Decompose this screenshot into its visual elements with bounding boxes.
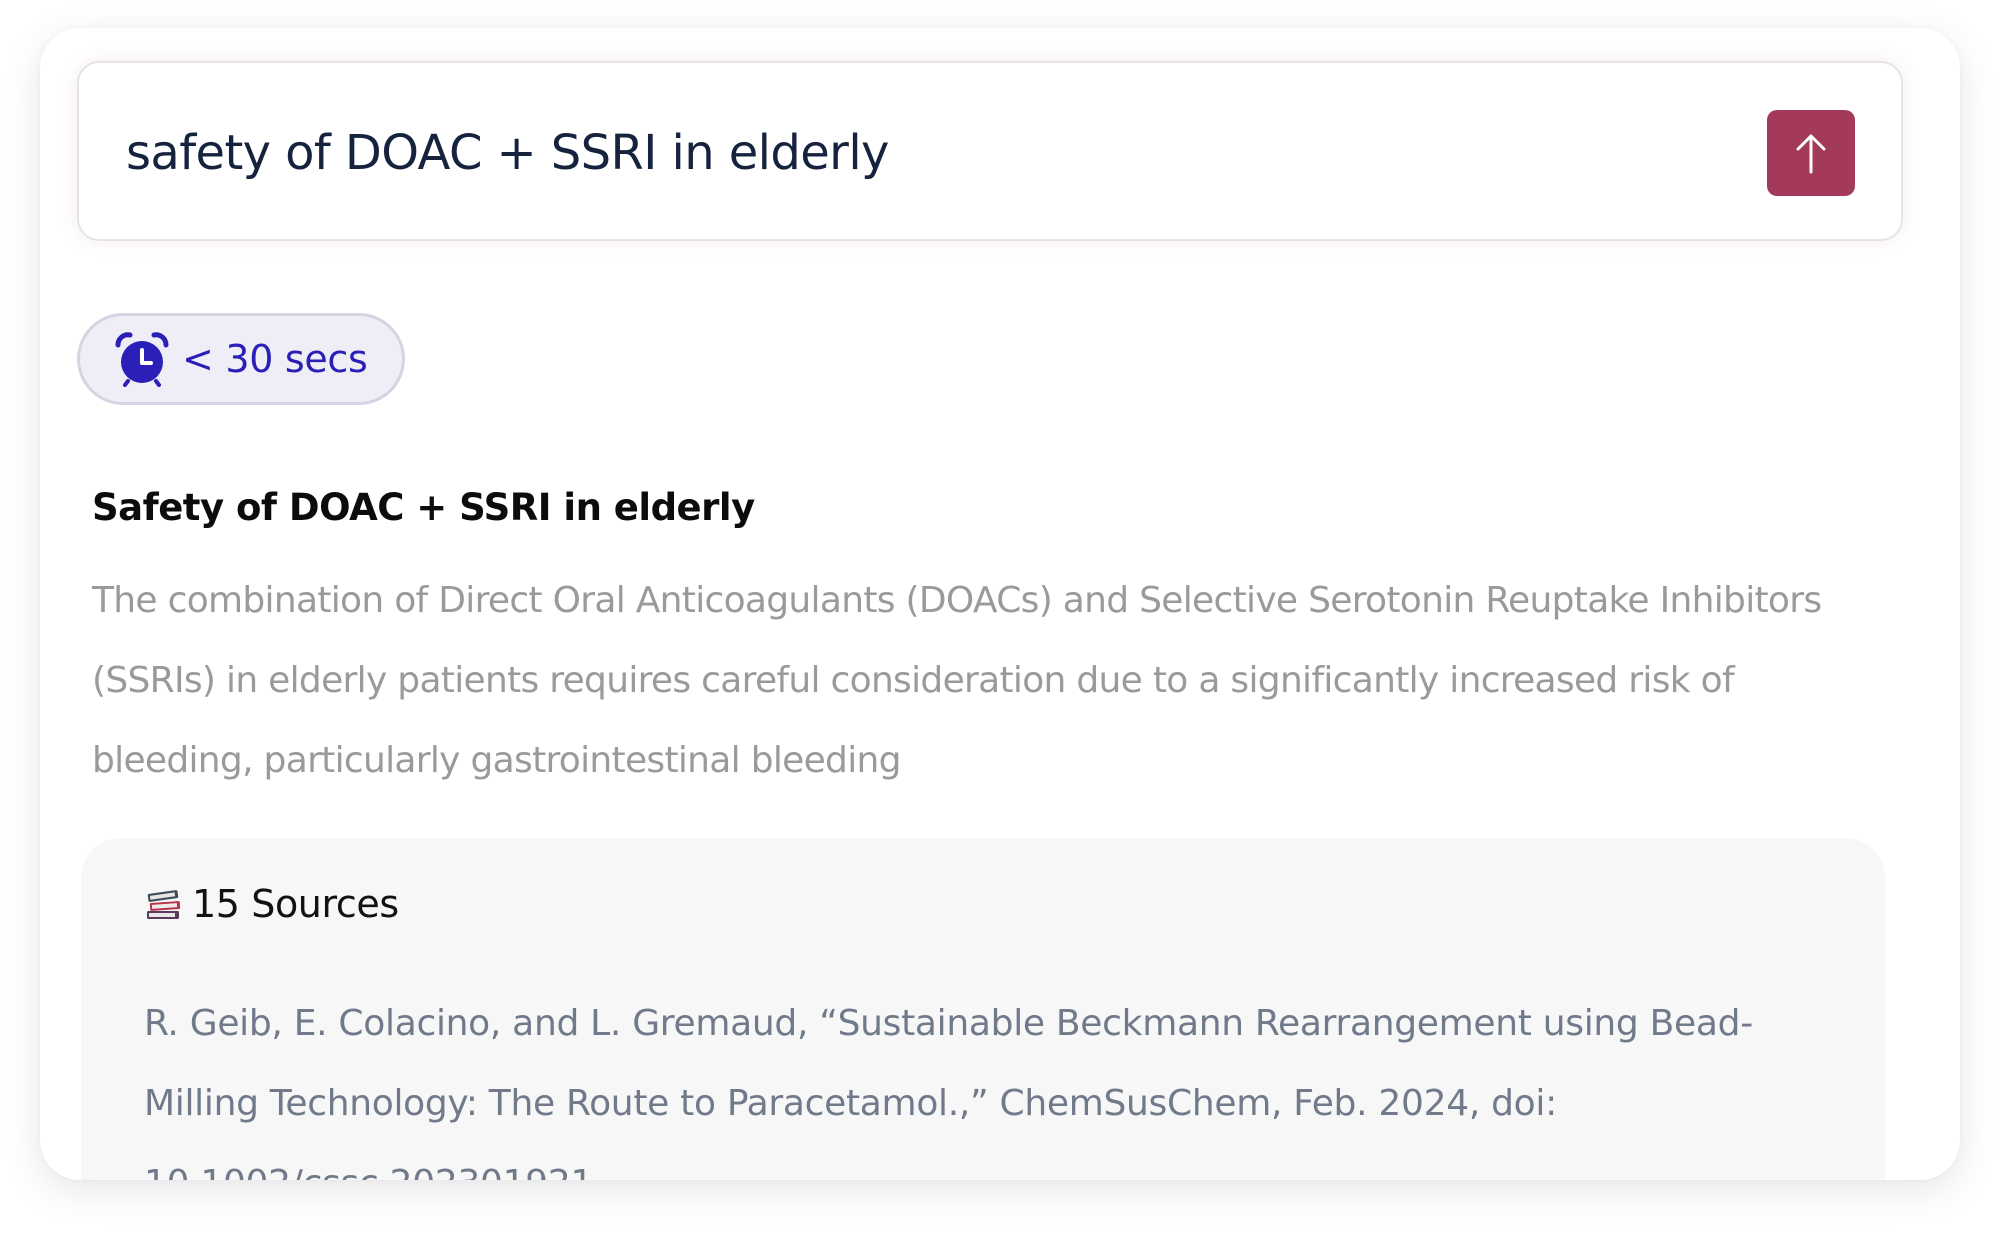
arrow-up-icon	[1796, 134, 1826, 174]
answer-title: Safety of DOAC + SSRI in elderly	[92, 486, 755, 529]
search-box[interactable]: safety of DOAC + SSRI in elderly	[77, 61, 1903, 241]
response-time-badge: < 30 secs	[77, 313, 405, 405]
send-button[interactable]	[1767, 110, 1855, 196]
answer-card: safety of DOAC + SSRI in elderly < 30 se…	[40, 28, 1960, 1180]
sources-count-label: 15 Sources	[192, 882, 399, 926]
search-query-text[interactable]: safety of DOAC + SSRI in elderly	[126, 125, 889, 181]
response-time-label: < 30 secs	[182, 337, 368, 381]
answer-body: The combination of Direct Oral Anticoagu…	[92, 580, 1822, 781]
alarm-clock-icon	[115, 332, 169, 387]
sources-header[interactable]: 15 Sources	[144, 882, 399, 926]
sources-panel: 15 Sources R. Geib, E. Colacino, and L. …	[81, 838, 1885, 1180]
books-icon	[147, 890, 181, 919]
source-citation[interactable]: R. Geib, E. Colacino, and L. Gremaud, “S…	[144, 984, 1844, 1180]
